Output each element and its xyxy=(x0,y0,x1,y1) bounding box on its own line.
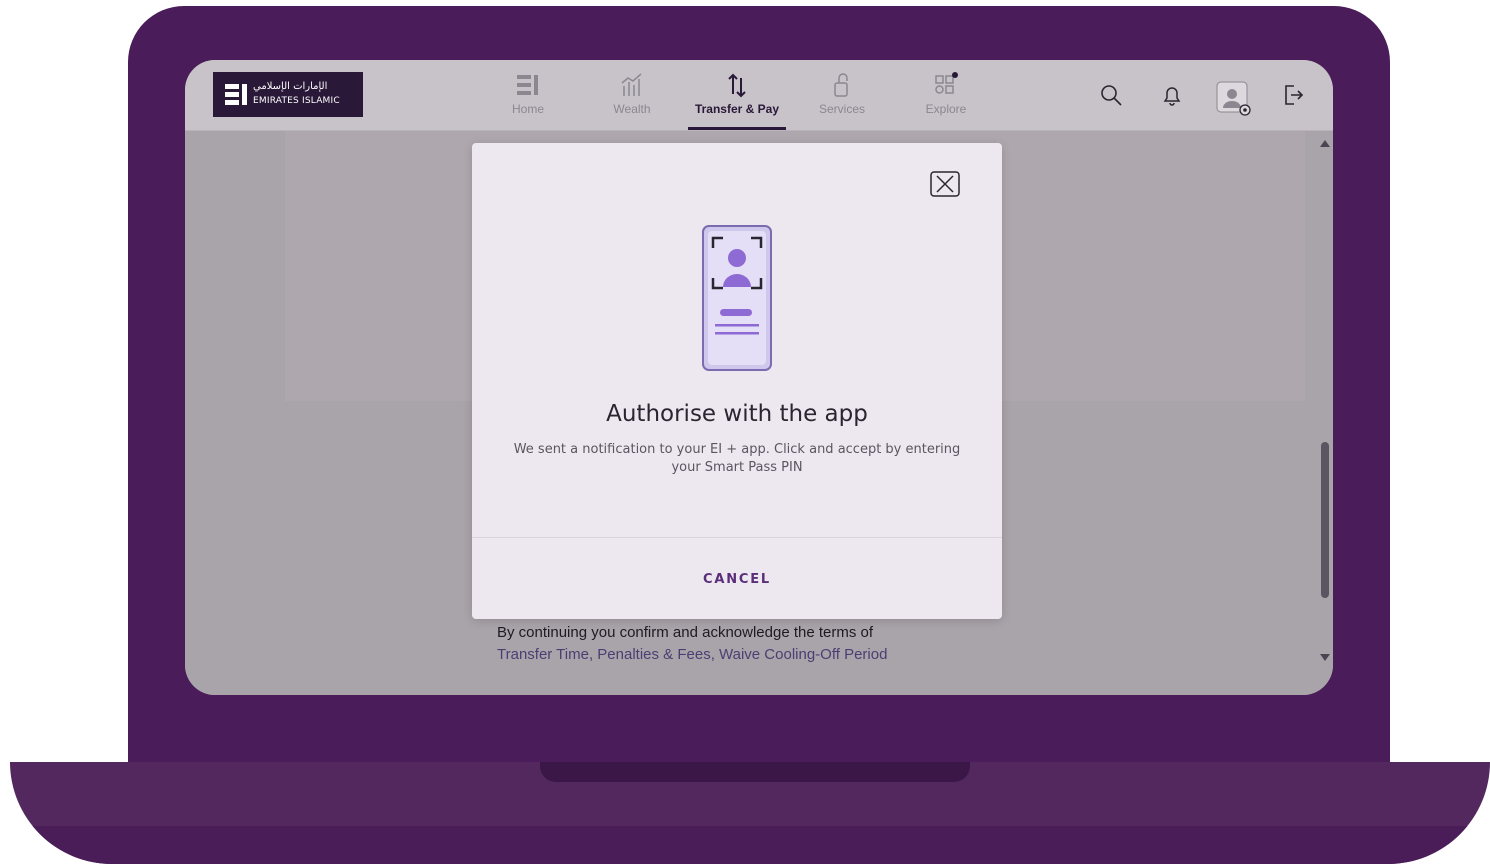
top-navigation-bar: الإمارات الإسلامي EMIRATES ISLAMIC Home … xyxy=(185,60,1333,131)
bell-icon[interactable] xyxy=(1159,82,1185,108)
nav-item-services[interactable]: Services xyxy=(792,68,892,130)
modal-title: Authorise with the app xyxy=(606,401,868,427)
modal-description: We sent a notification to your EI + app.… xyxy=(513,442,961,475)
nav-item-wealth[interactable]: Wealth xyxy=(582,68,682,130)
active-tab-indicator xyxy=(688,127,786,130)
terms-acknowledgement: By continuing you confirm and acknowledg… xyxy=(497,622,887,666)
cancel-button[interactable]: CANCEL xyxy=(472,539,1002,619)
nav-label-explore: Explore xyxy=(925,102,967,116)
scrollbar-thumb[interactable] xyxy=(1321,442,1329,598)
laptop-notch xyxy=(540,762,970,782)
profile-settings-icon[interactable] xyxy=(1215,80,1255,120)
services-icon xyxy=(834,73,848,97)
search-icon[interactable] xyxy=(1098,82,1124,108)
explore-grid-icon xyxy=(935,72,958,94)
logo-mark-icon xyxy=(225,84,247,105)
modal-divider xyxy=(472,537,1002,538)
logo-arabic-text: الإمارات الإسلامي xyxy=(253,81,328,92)
logo-english-text: EMIRATES ISLAMIC xyxy=(253,96,340,106)
nav-item-transfer-pay[interactable]: Transfer & Pay xyxy=(687,68,787,130)
authorise-modal: Authorise with the app We sent a notific… xyxy=(472,143,1002,619)
nav-label-wealth: Wealth xyxy=(613,102,651,116)
close-icon[interactable] xyxy=(930,171,960,197)
laptop-base xyxy=(10,762,1490,864)
laptop-screen: الإمارات الإسلامي EMIRATES ISLAMIC Home … xyxy=(185,60,1333,695)
logout-icon[interactable] xyxy=(1280,82,1306,108)
phone-face-id-icon xyxy=(702,225,772,371)
nav-label-transfer-pay: Transfer & Pay xyxy=(694,102,780,116)
laptop-base-shade xyxy=(10,826,1490,864)
terms-text: By continuing you confirm and acknowledg… xyxy=(497,624,874,641)
transfer-arrows-icon xyxy=(728,73,746,98)
nav-item-home[interactable]: Home xyxy=(478,68,578,130)
emirates-islamic-logo[interactable]: الإمارات الإسلامي EMIRATES ISLAMIC xyxy=(213,72,363,117)
terms-links[interactable]: Transfer Time, Penalties & Fees, Waive C… xyxy=(497,644,887,666)
scroll-down-arrow-icon[interactable] xyxy=(1320,654,1330,661)
wealth-chart-icon xyxy=(621,73,642,96)
nav-item-explore[interactable]: Explore xyxy=(896,68,996,130)
nav-label-home: Home xyxy=(511,102,544,116)
home-icon xyxy=(517,75,538,95)
nav-label-services: Services xyxy=(818,102,865,116)
scroll-up-arrow-icon[interactable] xyxy=(1320,140,1330,147)
